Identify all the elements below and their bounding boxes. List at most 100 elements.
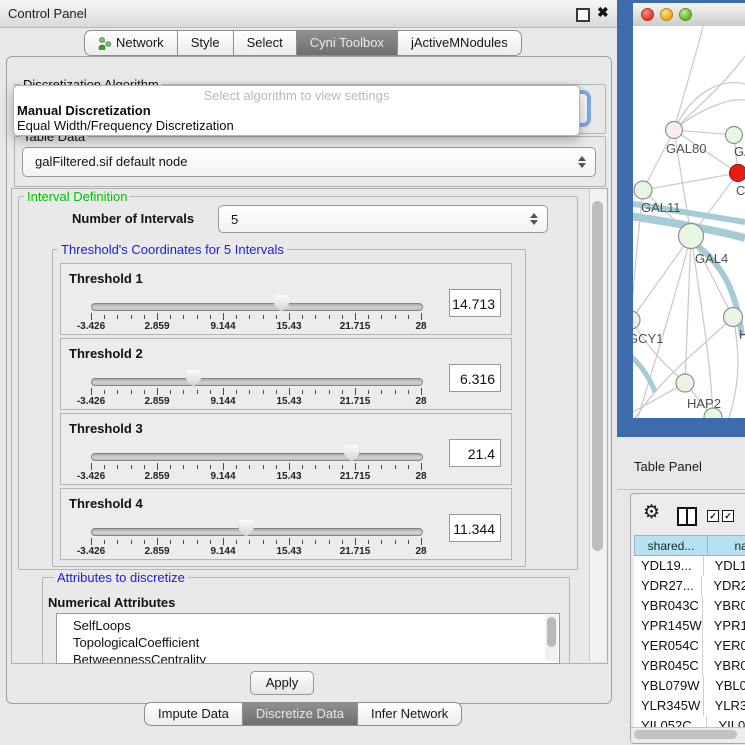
network-node-gcy1[interactable] (633, 311, 640, 329)
network-node-gal11[interactable] (634, 181, 652, 199)
scrollbar-thumb[interactable] (592, 201, 603, 551)
table-row[interactable]: YLR345WYLR3 (634, 696, 745, 716)
minimize-traffic-light-icon[interactable] (660, 8, 673, 21)
network-edge[interactable] (674, 100, 745, 130)
network-node-ga[interactable] (726, 127, 743, 144)
float-window-icon[interactable] (576, 8, 590, 22)
table-row[interactable]: YER054CYER0 (634, 636, 745, 656)
table-row[interactable]: YDR27...YDR2 (634, 576, 745, 596)
close-icon[interactable]: ✖ (597, 4, 609, 21)
table-row[interactable]: YBR043CYBR0 (634, 596, 745, 616)
zoom-traffic-light-icon[interactable] (679, 8, 692, 21)
network-edge[interactable] (643, 173, 738, 190)
table-row[interactable]: YPR145WYPR1 (634, 616, 745, 636)
checkbox-icon[interactable]: ✓ (707, 510, 719, 522)
table-data-combobox[interactable]: galFiltered.sif default node (22, 147, 596, 177)
threshold-value-field[interactable]: 14.713 (449, 289, 501, 317)
cell-name[interactable]: YBR0 (702, 656, 745, 676)
network-edge[interactable] (674, 26, 703, 130)
attributes-list-scrollbar[interactable] (545, 615, 558, 661)
cell-shared-name[interactable]: YBL079W (634, 676, 703, 696)
tab-network[interactable]: Network (84, 30, 178, 56)
threshold-value-field[interactable]: 6.316 (449, 364, 501, 392)
network-edge[interactable] (729, 317, 738, 418)
cell-name[interactable]: YDL1 (703, 556, 745, 576)
cell-name[interactable]: YIL0 (706, 716, 745, 727)
threshold-slider-track[interactable] (91, 378, 423, 386)
tick (104, 465, 105, 469)
cell-name[interactable]: YDR2 (701, 576, 745, 596)
table-row[interactable]: YDL19...YDL1 (634, 556, 745, 576)
tab-jactivemnodules[interactable]: jActiveMNodules (397, 30, 522, 56)
cell-shared-name[interactable]: YER054C (634, 636, 702, 656)
network-edge[interactable] (643, 130, 674, 190)
network-canvas[interactable]: GAL80GACGAL11GAL4GCY1HHAP2 (633, 26, 745, 418)
tab-cyni-toolbox[interactable]: Cyni Toolbox (296, 30, 398, 56)
tick (117, 315, 118, 319)
popup-item-manual-discretization[interactable]: Manual Discretization (17, 103, 151, 118)
bottom-tab-infer-network[interactable]: Infer Network (357, 702, 462, 726)
threshold-value-field[interactable]: 21.4 (449, 439, 501, 467)
cell-name[interactable]: YER0 (702, 636, 745, 656)
number-of-intervals-combobox[interactable]: 5 (218, 205, 548, 233)
tab-select[interactable]: Select (233, 30, 297, 56)
network-node-gal80[interactable] (666, 122, 683, 139)
threshold-slider-track[interactable] (91, 528, 423, 536)
numerical-attributes-list[interactable]: SelfLoopsTopologicalCoefficientBetweenne… (56, 613, 560, 664)
attribute-item-selfloops[interactable]: SelfLoops (57, 617, 559, 634)
network-node-c[interactable] (730, 165, 745, 182)
combo-stepper-icon[interactable] (578, 156, 586, 168)
tick-label: 2.859 (144, 321, 169, 332)
cell-shared-name[interactable]: YLR345W (634, 696, 703, 716)
scrollbar-thumb[interactable] (547, 617, 556, 647)
cell-shared-name[interactable]: YBR045C (634, 656, 702, 676)
attribute-item-topologicalcoefficient[interactable]: TopologicalCoefficient (57, 634, 559, 651)
table-row[interactable]: YBL079WYBL0 (634, 676, 745, 696)
combo-stepper-icon[interactable] (530, 213, 538, 225)
node-table[interactable]: YDL19...YDL1YDR27...YDR2YBR043CYBR0YPR14… (634, 556, 745, 727)
tick-label: 28 (415, 321, 426, 332)
checkbox-icon[interactable]: ✓ (722, 510, 734, 522)
bottom-tab-impute-data[interactable]: Impute Data (144, 702, 243, 726)
cell-shared-name[interactable]: YBR043C (634, 596, 702, 616)
cell-shared-name[interactable]: YIL052C (634, 716, 706, 727)
close-traffic-light-icon[interactable] (641, 8, 654, 21)
column-header-name[interactable]: name (707, 535, 745, 556)
cell-shared-name[interactable]: YDL19... (634, 556, 703, 576)
cell-name[interactable]: YLR3 (703, 696, 745, 716)
tick (223, 463, 224, 470)
cell-name[interactable]: YPR1 (702, 616, 745, 636)
network-edge[interactable] (633, 236, 691, 320)
column-header-shared-name[interactable]: shared... (634, 535, 708, 556)
threshold-label: Threshold 4 (69, 496, 143, 511)
cell-name[interactable]: YBL0 (703, 676, 745, 696)
network-window-titlebar[interactable] (633, 3, 745, 27)
gear-icon[interactable]: ⚙ (643, 501, 660, 524)
tick (91, 538, 92, 545)
network-edge[interactable] (674, 83, 745, 130)
settings-vertical-scrollbar[interactable] (589, 189, 606, 661)
network-node-h[interactable] (724, 308, 743, 327)
scrollbar-thumb[interactable] (634, 730, 737, 739)
table-horizontal-scrollbar[interactable] (631, 727, 745, 742)
bottom-tab-discretize-data[interactable]: Discretize Data (242, 702, 358, 726)
threshold-slider-track[interactable] (91, 453, 423, 461)
attribute-item-betweennesscentrality[interactable]: BetweennessCentrality (57, 651, 559, 664)
tick (315, 465, 316, 469)
apply-button[interactable]: Apply (250, 671, 314, 695)
cell-shared-name[interactable]: YPR145W (634, 616, 702, 636)
threshold-value-field[interactable]: 11.344 (449, 514, 501, 542)
tab-style[interactable]: Style (177, 30, 234, 56)
table-row[interactable]: YBR045CYBR0 (634, 656, 745, 676)
network-node-hap2[interactable] (676, 374, 694, 392)
popup-item-equal-width-frequency-discretization[interactable]: Equal Width/Frequency Discretization (17, 118, 234, 133)
network-edge[interactable] (633, 320, 685, 383)
tick (197, 390, 198, 394)
threshold-slider-track[interactable] (91, 303, 423, 311)
table-row[interactable]: YIL052CYIL0 (634, 716, 745, 727)
cell-name[interactable]: YBR0 (702, 596, 745, 616)
tick (408, 540, 409, 544)
cell-shared-name[interactable]: YDR27... (634, 576, 701, 596)
network-node-gal4[interactable] (679, 224, 704, 249)
split-columns-icon[interactable] (677, 507, 697, 526)
